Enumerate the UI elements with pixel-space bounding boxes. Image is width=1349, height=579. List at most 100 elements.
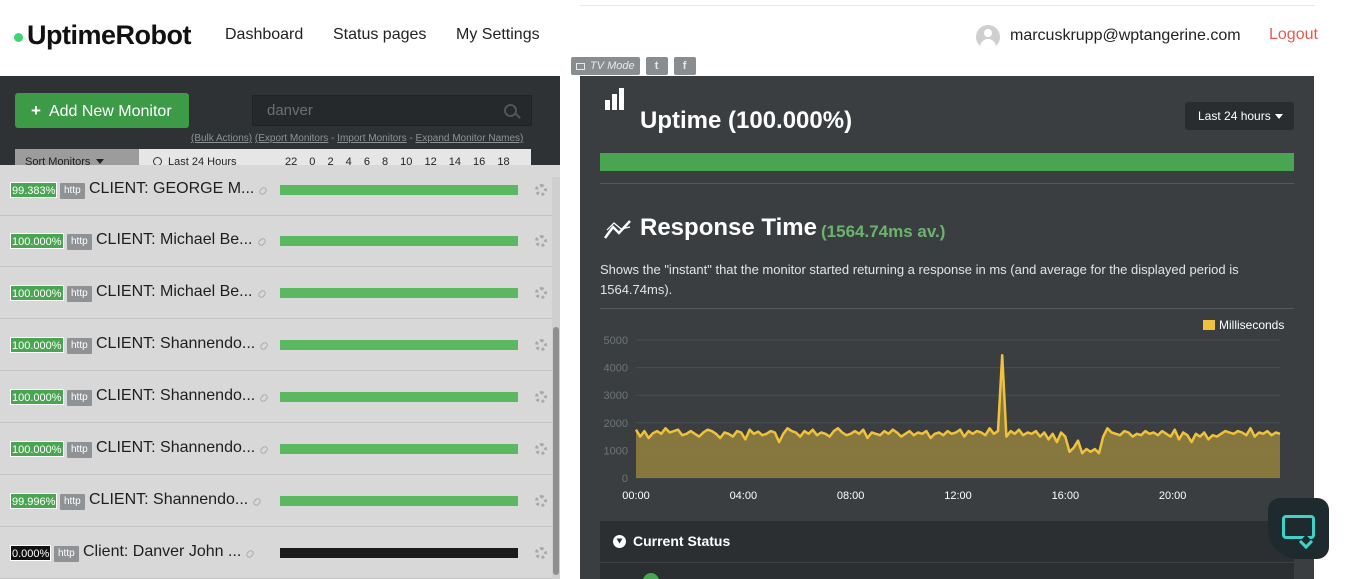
link-icon[interactable] <box>245 549 255 559</box>
monitor-name[interactable]: CLIENT: Shannendo... <box>96 439 255 457</box>
uptime-bar <box>280 548 518 558</box>
monitor-name[interactable]: CLIENT: Michael Be... <box>96 283 253 301</box>
twitter-icon[interactable]: t <box>645 57 668 75</box>
monitor-row[interactable]: 100.000% http CLIENT: Michael Be... <box>0 268 560 319</box>
search-input[interactable]: danver <box>252 95 532 126</box>
uptime-badge: 99.996% <box>10 493 58 509</box>
y-tick-label: 2000 <box>604 418 628 430</box>
x-tick-label: 20:00 <box>1159 490 1187 502</box>
logout-link[interactable]: Logout <box>1269 26 1318 44</box>
caret-down-icon <box>1274 114 1283 119</box>
import-monitors-link[interactable]: Import Monitors <box>337 133 406 144</box>
gear-icon[interactable] <box>535 547 547 559</box>
link-icon[interactable] <box>259 393 269 403</box>
status-up-icon <box>643 573 659 579</box>
expand-monitor-names-link[interactable]: Expand Monitor Names) <box>416 133 524 144</box>
monitor-name[interactable]: CLIENT: Shannendo... <box>89 491 248 509</box>
monitor-type-badge: http <box>60 183 85 199</box>
monitor-row[interactable]: 100.000% http CLIENT: Shannendo... <box>0 372 560 423</box>
link-icon[interactable] <box>259 445 269 455</box>
gear-icon[interactable] <box>535 235 547 247</box>
caret-down-icon <box>96 159 105 164</box>
y-tick-label: 4000 <box>604 363 628 375</box>
gear-icon[interactable] <box>535 495 547 507</box>
search-icon[interactable] <box>504 104 517 117</box>
user-icon[interactable] <box>976 25 1000 49</box>
monitor-list-panel: + Add New Monitor danver (Bulk Actions) (… <box>0 76 560 579</box>
monitor-name[interactable]: CLIENT: GEORGE M... <box>89 180 254 198</box>
chevron-down-circle-icon <box>613 535 626 548</box>
monitor-row[interactable]: 100.000% http CLIENT: Shannendo... <box>0 320 560 371</box>
add-new-monitor-button[interactable]: + Add New Monitor <box>15 93 189 128</box>
divider <box>600 183 1294 184</box>
link-icon[interactable] <box>258 186 268 196</box>
search-value: danver <box>267 102 313 119</box>
bulk-links: (Bulk Actions) (Export Monitors - Import… <box>191 133 524 144</box>
monitor-name[interactable]: CLIENT: Shannendo... <box>96 335 255 353</box>
link-icon[interactable] <box>257 289 267 299</box>
logo-dot-icon <box>14 33 23 42</box>
link-icon[interactable] <box>252 497 262 507</box>
chat-icon <box>1282 515 1315 539</box>
nav-dashboard[interactable]: Dashboard <box>225 26 303 44</box>
response-time-title: Response Time <box>640 214 817 241</box>
logo-text: UptimeRobot <box>27 20 191 50</box>
bulk-actions-link[interactable]: (Bulk Actions) <box>191 133 252 144</box>
nav-status-pages[interactable]: Status pages <box>333 26 426 44</box>
add-new-monitor-label: Add New Monitor <box>48 103 172 120</box>
response-time-chart: 5000 4000 3000 2000 1000 0 00:00 04:00 08:00 12:0… <box>604 318 1285 502</box>
gear-icon[interactable] <box>535 391 547 403</box>
monitor-name[interactable]: Client: Danver John ... <box>83 543 241 561</box>
monitor-row[interactable]: 99.383% http CLIENT: GEORGE M... <box>0 165 560 216</box>
tv-mode-label: TV Mode <box>590 60 635 72</box>
y-tick-label: 5000 <box>604 335 628 347</box>
tv-mode-button[interactable]: TV Mode <box>571 57 640 75</box>
chat-widget-button[interactable] <box>1268 498 1329 559</box>
uptime-badge: 99.383% <box>10 182 58 198</box>
legend-swatch <box>1203 320 1215 330</box>
monitor-type-badge: http <box>67 234 92 250</box>
legend-label: Milliseconds <box>1219 318 1284 332</box>
response-chart-icon <box>604 220 631 239</box>
y-tick-label: 3000 <box>604 390 628 402</box>
y-tick-label: 0 <box>622 473 628 485</box>
current-status-header[interactable]: Current Status <box>600 521 1294 563</box>
range-dropdown[interactable]: Last 24 hours <box>1185 102 1294 130</box>
share-bar: TV Mode t f <box>571 57 696 75</box>
monitor-type-badge: http <box>60 494 85 510</box>
gear-icon[interactable] <box>535 287 547 299</box>
scroll-thumb[interactable] <box>553 327 559 575</box>
facebook-icon[interactable]: f <box>673 57 696 75</box>
uptime-badge: 100.000% <box>10 441 64 457</box>
uptime-bar <box>280 444 518 454</box>
monitor-row[interactable]: 100.000% http CLIENT: Michael Be... <box>0 216 560 267</box>
export-monitors-link[interactable]: (Export Monitors <box>255 133 328 144</box>
monitor-name[interactable]: CLIENT: Michael Be... <box>96 231 253 249</box>
uptime-badge: 100.000% <box>10 233 64 249</box>
uptime-bar <box>280 340 518 350</box>
link-icon[interactable] <box>259 341 269 351</box>
monitor-detail-panel: Uptime (100.000%) Last 24 hours Response… <box>580 76 1314 579</box>
monitor-row[interactable]: 100.000% http CLIENT: Shannendo... <box>0 424 560 475</box>
monitor-type-badge: http <box>67 390 92 406</box>
uptime-badge: 100.000% <box>10 285 64 301</box>
gear-icon[interactable] <box>535 339 547 351</box>
uptime-badge: 100.000% <box>10 337 64 353</box>
monitor-row[interactable]: 99.996% http CLIENT: Shannendo... <box>0 476 560 527</box>
gear-icon[interactable] <box>535 443 547 455</box>
logo[interactable]: UptimeRobot <box>14 20 191 51</box>
user-email[interactable]: marcuskrupp@wptangerine.com <box>1010 27 1241 45</box>
uptime-bar <box>280 236 518 246</box>
monitor-row[interactable]: 0.000% http Client: Danver John ... <box>0 528 560 579</box>
gear-icon[interactable] <box>535 184 547 196</box>
x-tick-label: 16:00 <box>1052 490 1080 502</box>
plus-icon: + <box>31 101 41 120</box>
x-tick-label: 12:00 <box>944 490 972 502</box>
uptime-bar <box>600 153 1294 171</box>
response-time-area <box>636 355 1280 478</box>
scrollbar[interactable] <box>552 177 560 579</box>
link-icon[interactable] <box>257 237 267 247</box>
monitor-name[interactable]: CLIENT: Shannendo... <box>96 387 255 405</box>
monitor-icon <box>576 62 585 70</box>
nav-my-settings[interactable]: My Settings <box>456 26 540 44</box>
